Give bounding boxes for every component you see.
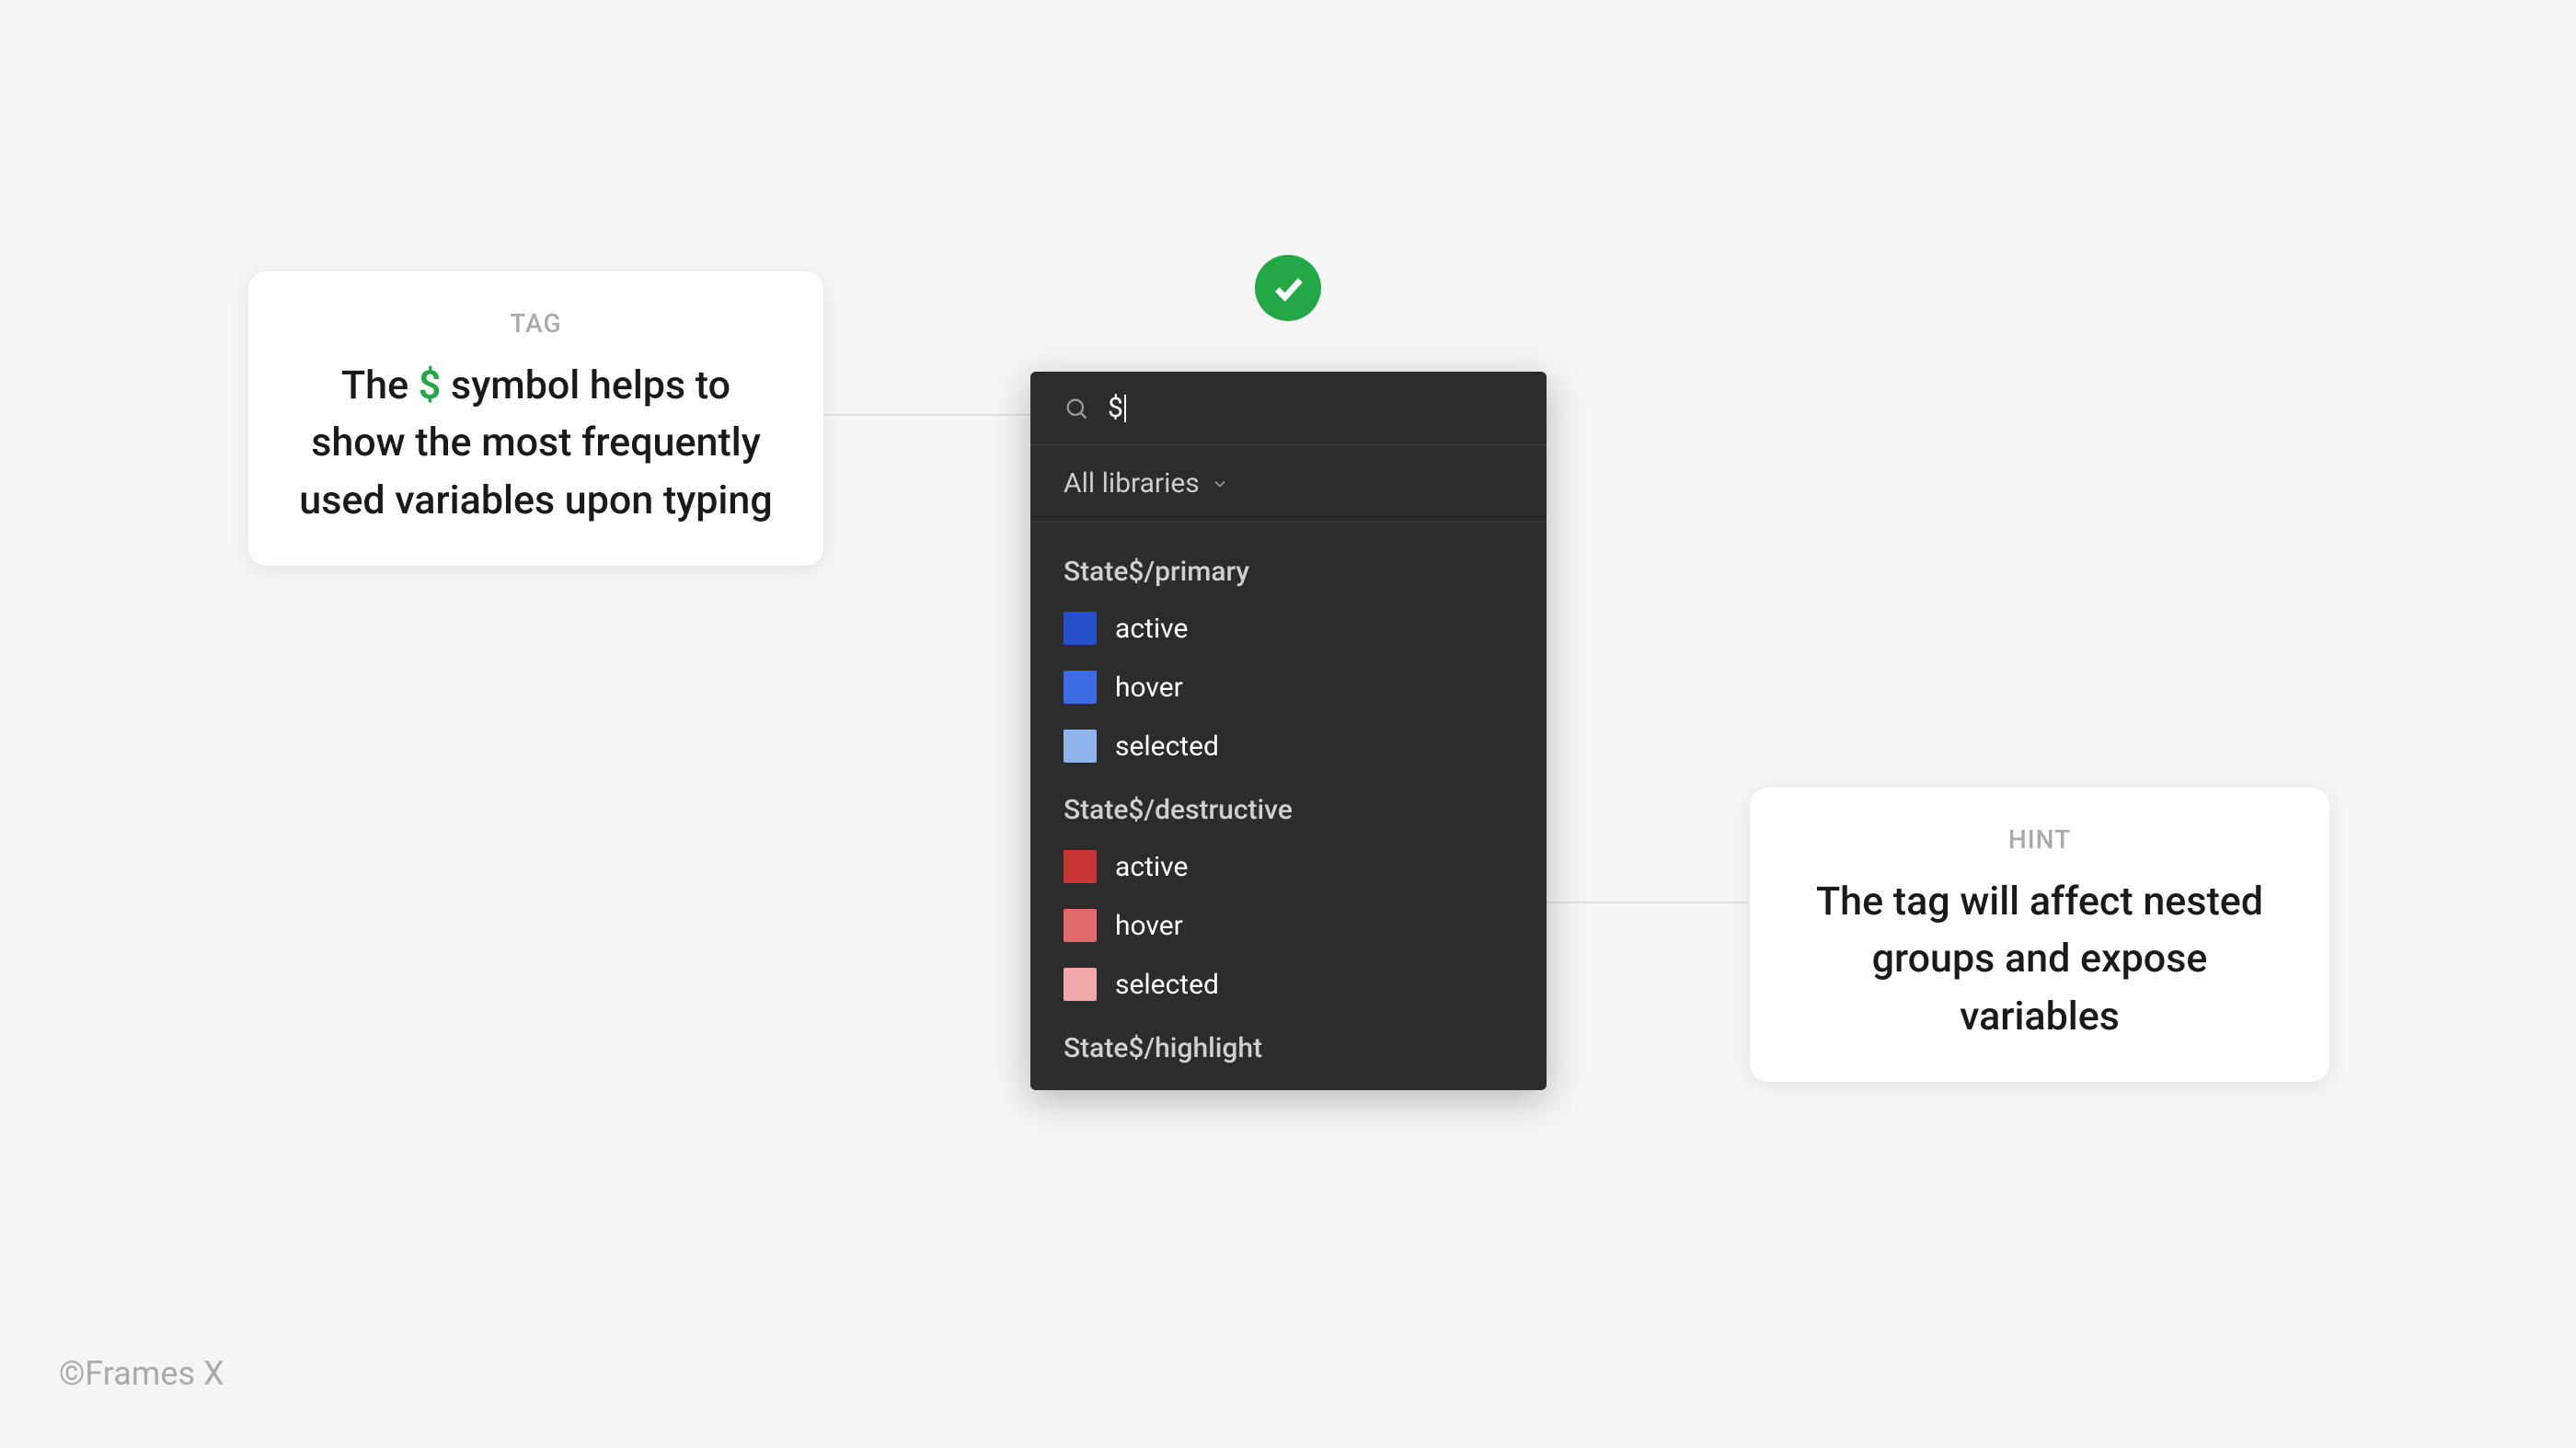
color-swatch xyxy=(1064,671,1097,704)
search-icon xyxy=(1064,396,1089,421)
color-swatch xyxy=(1064,968,1097,1001)
connector-line-left xyxy=(819,414,1030,416)
tag-tooltip-label: TAG xyxy=(293,308,779,339)
hint-tooltip-label: HINT xyxy=(1794,824,2285,855)
result-label: hover xyxy=(1115,910,1183,942)
success-check-icon xyxy=(1255,255,1321,321)
color-swatch xyxy=(1064,909,1097,942)
hint-tooltip-card: HINT The tag will affect nested groups a… xyxy=(1750,787,2329,1082)
tag-tooltip-card: TAG The $ symbol helps to show the most … xyxy=(248,271,823,566)
results-list: State$/primary active hover selected Sta… xyxy=(1030,523,1547,1090)
group-header-destructive: State$/destructive xyxy=(1030,776,1547,837)
text-cursor xyxy=(1124,395,1126,422)
libraries-label: All libraries xyxy=(1064,467,1200,500)
libraries-dropdown[interactable]: All libraries xyxy=(1030,445,1547,523)
dollar-sign-highlight: $ xyxy=(419,362,442,408)
result-item[interactable]: hover xyxy=(1030,896,1547,955)
variable-search-panel: $ All libraries State$/primary active ho… xyxy=(1030,372,1547,1090)
chevron-down-icon xyxy=(1211,475,1229,493)
result-item[interactable]: selected xyxy=(1030,955,1547,1014)
tag-text-before: The xyxy=(341,362,419,408)
result-item[interactable]: selected xyxy=(1030,717,1547,776)
result-label: active xyxy=(1115,851,1188,883)
search-input[interactable]: $ xyxy=(1108,392,1513,424)
group-header-highlight: State$/highlight xyxy=(1030,1014,1547,1075)
result-item[interactable]: active xyxy=(1030,599,1547,658)
result-label: active xyxy=(1115,613,1188,645)
color-swatch xyxy=(1064,730,1097,763)
result-label: selected xyxy=(1115,969,1219,1001)
hint-tooltip-text: The tag will affect nested groups and ex… xyxy=(1794,873,2285,1045)
result-label: hover xyxy=(1115,672,1183,704)
result-label: selected xyxy=(1115,730,1219,763)
result-item[interactable]: active xyxy=(1030,837,1547,896)
search-query-text: $ xyxy=(1108,392,1123,424)
connector-line-right xyxy=(1546,902,1748,903)
tag-tooltip-text: The $ symbol helps to show the most freq… xyxy=(293,357,779,529)
group-header-primary: State$/primary xyxy=(1030,537,1547,599)
footer-credit: ©Frames X xyxy=(59,1354,224,1393)
result-item[interactable]: hover xyxy=(1030,658,1547,717)
search-bar: $ xyxy=(1030,372,1547,445)
color-swatch xyxy=(1064,612,1097,645)
color-swatch xyxy=(1064,850,1097,883)
